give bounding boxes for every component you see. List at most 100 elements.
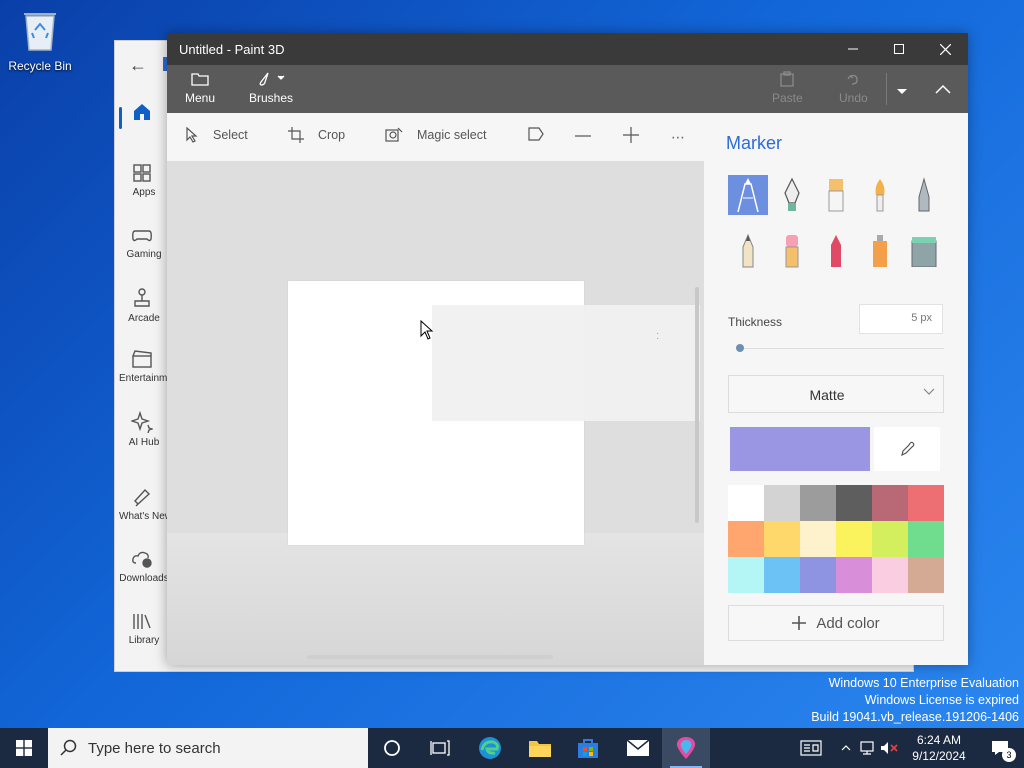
more-options-icon[interactable]: ⋯ xyxy=(671,129,685,146)
color-swatch[interactable] xyxy=(764,521,800,557)
oil-brush-icon xyxy=(828,179,844,212)
spray-can-brush[interactable] xyxy=(860,231,900,271)
fill-bucket-brush[interactable] xyxy=(904,231,944,271)
chevron-up-icon[interactable] xyxy=(836,745,856,751)
mouse-cursor-icon xyxy=(420,320,434,340)
crayon-brush[interactable] xyxy=(816,231,856,271)
pixel-pen-brush[interactable] xyxy=(904,175,944,215)
color-swatch[interactable] xyxy=(764,557,800,593)
task-view-icon xyxy=(430,740,450,756)
spray-can-icon xyxy=(873,235,887,267)
color-swatch[interactable] xyxy=(872,521,908,557)
horizontal-scrollbar[interactable] xyxy=(307,655,553,659)
color-swatch[interactable] xyxy=(728,485,764,521)
finish-dropdown[interactable]: Matte xyxy=(728,375,944,413)
color-swatch[interactable] xyxy=(908,557,944,593)
crop-tool[interactable]: Crop xyxy=(288,127,345,143)
edge-taskbar-button[interactable] xyxy=(466,728,514,768)
volume-muted-icon[interactable] xyxy=(878,741,900,755)
calligraphy-pen-brush[interactable] xyxy=(772,175,812,215)
store-nav-home[interactable] xyxy=(115,93,169,155)
sparkle-icon xyxy=(131,411,153,433)
start-button[interactable] xyxy=(0,728,48,768)
license-watermark: Windows 10 Enterprise Evaluation Windows… xyxy=(811,676,1019,724)
cortana-button[interactable] xyxy=(368,728,416,768)
sticker-icon[interactable] xyxy=(527,127,545,141)
taskbar-clock[interactable]: 6:24 AM 9/12/2024 xyxy=(904,732,974,764)
minimize-button[interactable] xyxy=(830,33,876,65)
paint3d-taskbar-button[interactable] xyxy=(662,728,710,768)
undo-button[interactable]: Undo xyxy=(839,71,868,105)
color-swatch[interactable] xyxy=(872,557,908,593)
eyedropper-button[interactable] xyxy=(874,427,940,471)
color-swatch[interactable] xyxy=(728,557,764,593)
color-swatch[interactable] xyxy=(728,521,764,557)
title-bar[interactable]: Untitled - Paint 3D xyxy=(167,33,968,65)
action-center-button[interactable]: 3 xyxy=(980,728,1020,768)
store-nav-gaming[interactable]: Gaming xyxy=(115,217,169,279)
color-swatch[interactable] xyxy=(836,521,872,557)
collapse-ribbon-icon[interactable] xyxy=(935,81,951,99)
vertical-scrollbar[interactable] xyxy=(695,287,699,523)
oil-brush[interactable] xyxy=(816,175,856,215)
network-icon[interactable] xyxy=(856,741,878,755)
recycle-bin-label: Recycle Bin xyxy=(8,59,72,73)
apps-icon xyxy=(133,164,151,182)
taskbar-search-box[interactable]: Type here to search xyxy=(48,728,368,768)
ribbon-separator xyxy=(886,73,887,105)
desktop: Recycle Bin ← Apps Gaming Arcade Enterta… xyxy=(0,0,1024,728)
watercolor-icon xyxy=(875,179,885,212)
folder-icon xyxy=(529,741,551,757)
store-taskbar-button[interactable] xyxy=(564,728,612,768)
store-nav-ai-hub[interactable]: AI Hub xyxy=(115,403,169,465)
store-nav-entertainment[interactable]: Entertainment xyxy=(115,341,169,403)
color-swatch[interactable] xyxy=(764,485,800,521)
color-swatch[interactable] xyxy=(800,521,836,557)
thickness-slider-thumb[interactable] xyxy=(736,344,744,352)
zoom-out-icon[interactable] xyxy=(575,135,591,137)
paste-icon xyxy=(780,71,794,87)
store-nav-arcade[interactable]: Arcade xyxy=(115,279,169,341)
add-color-button[interactable]: Add color xyxy=(728,605,944,641)
marker-brush[interactable] xyxy=(728,175,768,215)
watercolor-brush[interactable] xyxy=(860,175,900,215)
news-widget-icon[interactable] xyxy=(796,740,826,756)
thickness-input[interactable]: 5 px xyxy=(859,304,943,334)
color-swatch[interactable] xyxy=(800,485,836,521)
select-tool[interactable]: Select xyxy=(185,127,248,143)
fill-bucket-icon xyxy=(911,237,937,267)
ribbon-dropdown-icon[interactable] xyxy=(897,83,907,101)
thickness-slider[interactable] xyxy=(736,348,944,349)
eraser-icon xyxy=(785,235,799,268)
zoom-in-icon[interactable] xyxy=(623,127,639,143)
mail-taskbar-button[interactable] xyxy=(614,728,662,768)
paste-button[interactable]: Paste xyxy=(772,71,803,105)
store-nav-whats-new[interactable]: What's New xyxy=(115,479,169,541)
maximize-button[interactable] xyxy=(876,33,922,65)
color-swatch[interactable] xyxy=(800,557,836,593)
store-nav-apps[interactable]: Apps xyxy=(115,155,169,217)
color-swatch[interactable] xyxy=(908,485,944,521)
back-arrow-icon[interactable]: ← xyxy=(129,55,147,76)
brushes-button[interactable]: Brushes xyxy=(249,71,293,105)
menu-button[interactable]: Menu xyxy=(185,71,215,105)
store-nav-downloads[interactable]: Downloads xyxy=(115,541,169,603)
recycle-bin-shortcut[interactable]: Recycle Bin xyxy=(6,8,74,73)
close-button[interactable] xyxy=(922,33,968,65)
megaphone-icon xyxy=(134,488,151,507)
color-swatch[interactable] xyxy=(872,485,908,521)
store-nav-library[interactable]: Library xyxy=(115,603,169,665)
file-explorer-taskbar-button[interactable] xyxy=(516,728,564,768)
crop-icon xyxy=(288,127,304,143)
color-swatch[interactable] xyxy=(908,521,944,557)
plus-icon xyxy=(792,616,807,630)
eraser-brush[interactable] xyxy=(772,231,812,271)
color-swatch[interactable] xyxy=(836,485,872,521)
color-swatch[interactable] xyxy=(836,557,872,593)
task-view-button[interactable] xyxy=(416,728,464,768)
canvas-workspace[interactable]: · · xyxy=(167,161,704,665)
pencil-brush[interactable] xyxy=(728,231,768,271)
selected-color-swatch[interactable] xyxy=(730,427,870,471)
system-tray xyxy=(796,728,900,768)
magic-select-tool[interactable]: Magic select xyxy=(385,127,486,143)
